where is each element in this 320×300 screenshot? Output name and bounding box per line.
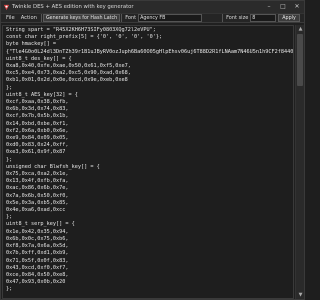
code-line: 0x4e,0xa6,0xad,0xcc	[6, 207, 66, 214]
menu-action[interactable]: Action	[18, 15, 40, 21]
code-line: 0xf2,0x6a,0xb0,0x6e,	[6, 127, 69, 134]
code-line: 0xf8,0x7a,0x6a,0x5d,	[6, 243, 69, 250]
code-line: 0x14,0xbd,0xbe,0xf1,	[6, 120, 69, 127]
window-controls: – □ ✕	[264, 3, 302, 11]
code-line: 0x1e,0x42,0x35,0x94,	[6, 228, 69, 235]
code-line: 0xe9,0x84,0x09,0x05,	[6, 135, 69, 142]
menu-separator	[40, 14, 42, 22]
font-size-input[interactable]: 8	[250, 14, 277, 22]
code-line: 0x7a,0x6b,0x50,0xf0,	[6, 192, 69, 199]
app-logo-icon	[3, 3, 10, 11]
font-label: Font	[125, 15, 137, 21]
code-line: 0x13,0x4f,0xfb,0xfa,	[6, 178, 69, 185]
code-line: const char right_prefix[5] = {'0', '0', …	[6, 34, 163, 41]
code-line: 0xc5,0xe4,0x73,0xa2,0xc5,0x90,0xad,0x68,	[6, 70, 131, 77]
generate-keys-button[interactable]: Generate keys for Hash Latch	[42, 14, 121, 22]
code-line: uint8_t des_key[] = {	[6, 55, 72, 62]
code-line: unsigned char Blwfsh_key[] = {	[6, 163, 100, 170]
window-title: Twinkle DES + AES edition with key gener…	[12, 4, 134, 10]
code-line: 0x47,0x93,0x0b,0x20	[6, 279, 66, 286]
code-line: 0x71,0x5f,0x0f,0x83,	[6, 257, 69, 264]
apply-button[interactable]: Apply	[278, 14, 300, 22]
code-line: 0xb1,0x01,0x2d,0x0e,0xcd,0x9e,0xeb,0xe8	[6, 77, 128, 84]
menu-bar: File Action Generate keys for Hash Latch…	[1, 13, 304, 23]
code-line: };	[6, 286, 13, 293]
menu-separator	[121, 14, 123, 22]
code-line: 0x6b,0x3d,0x74,0x83,	[6, 106, 69, 113]
maximize-icon[interactable]: □	[278, 3, 288, 11]
scroll-up-icon[interactable]: ▲	[296, 25, 305, 33]
code-line: };	[6, 156, 13, 163]
code-line: 0xd0,0x83,0x24,0xff,	[6, 142, 69, 149]
code-editor[interactable]: String spart = "R45X2KH6H73SIFy0803XQg72…	[2, 25, 294, 299]
menu-file[interactable]: File	[3, 15, 18, 21]
code-line: byte hmackey[] =	[6, 41, 56, 48]
code-text[interactable]: String spart = "R45X2KH6H73SIFy0803XQg72…	[3, 26, 293, 294]
title-bar: Twinkle DES + AES edition with key gener…	[1, 1, 304, 13]
scroll-down-icon[interactable]: ▼	[296, 291, 305, 299]
menu-separator	[222, 14, 224, 22]
code-line: uint8_t AES_key[32] = {	[6, 91, 78, 98]
code-line: 0xcf,0x7b,0x5b,0x1b,	[6, 113, 69, 120]
close-icon[interactable]: ✕	[292, 3, 302, 11]
code-line: };	[6, 84, 13, 91]
code-line: 0x43,0xcd,0xf0,0xf7,	[6, 264, 69, 271]
code-line: 0x7b,0xff,0xd1,0xb9,	[6, 250, 69, 257]
scrollbar-thumb[interactable]	[297, 34, 303, 86]
font-input[interactable]: Agency FB	[138, 14, 203, 22]
code-line: String spart = "R45X2KH6H73SIFy0803XQg72…	[6, 27, 156, 33]
code-line: 0xe3,0x61,0x9f,0x87	[6, 149, 66, 156]
code-line: 0xa8,0x40,0xfe,0xae,0x50,0x61,0xf5,0xe7,	[6, 63, 131, 70]
code-line: 0x75,0xca,0xa2,0x1e,	[6, 171, 69, 178]
code-line: };	[6, 214, 13, 221]
code-line: uint8_t serp_key[] = {	[6, 221, 75, 228]
code-line: 0xce,0x84,0x50,0xe8,	[6, 271, 69, 278]
code-line: 0x5e,0x3a,0xb5,0x85,	[6, 199, 69, 206]
code-line: 0x6b,0x0c,0x75,0xb6,	[6, 235, 69, 242]
app-window: Twinkle DES + AES edition with key gener…	[0, 0, 305, 300]
font-size-label: Font size	[226, 15, 249, 21]
code-line: {"Tle4G0o0L24dl3DnTZh39r1B1uJByRV0ozJuph…	[6, 48, 294, 55]
code-line: 0xcf,0xaa,0x38,0xfb,	[6, 99, 69, 106]
vertical-scrollbar[interactable]: ▲ ▼	[295, 25, 304, 299]
minimize-icon[interactable]: –	[264, 3, 274, 11]
code-line: 0xac,0x86,0x6b,0x7e,	[6, 185, 69, 192]
